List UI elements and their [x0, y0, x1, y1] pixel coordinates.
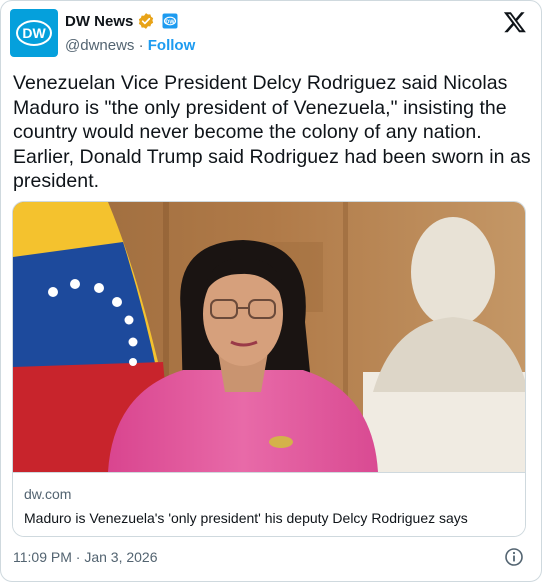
info-icon[interactable] — [504, 547, 524, 567]
tweet-card: DW DW News DW @dwnews · Follow Venezuela… — [0, 0, 542, 582]
author-avatar[interactable]: DW — [10, 9, 58, 57]
tweet-timestamp[interactable]: 11:09 PM · Jan 3, 2026 — [13, 549, 158, 565]
affiliate-badge-icon[interactable]: DW — [162, 13, 178, 29]
affiliate-badge-text: DW — [166, 19, 176, 25]
avatar-logo-text: DW — [22, 25, 46, 41]
dw-logo-icon: DW — [16, 20, 52, 46]
article-photo — [13, 202, 525, 472]
link-card[interactable]: dw.com Maduro is Venezuela's 'only presi… — [12, 201, 526, 537]
author-handle[interactable]: @dwnews — [65, 37, 134, 54]
link-headline[interactable]: Maduro is Venezuela's 'only president' h… — [24, 510, 468, 526]
link-domain[interactable]: dw.com — [24, 486, 71, 502]
verified-badge-icon — [139, 13, 154, 29]
x-logo-icon[interactable] — [503, 10, 527, 34]
author-name-row: DW News DW — [65, 12, 178, 30]
author-name[interactable]: DW News — [65, 13, 133, 30]
follow-button[interactable]: Follow — [148, 37, 196, 54]
author-handle-row: @dwnews · Follow — [65, 37, 195, 54]
handle-separator: · — [138, 37, 144, 54]
tweet-text: Venezuelan Vice President Delcy Rodrigue… — [13, 72, 531, 193]
link-card-meta[interactable]: dw.com Maduro is Venezuela's 'only presi… — [13, 472, 525, 536]
